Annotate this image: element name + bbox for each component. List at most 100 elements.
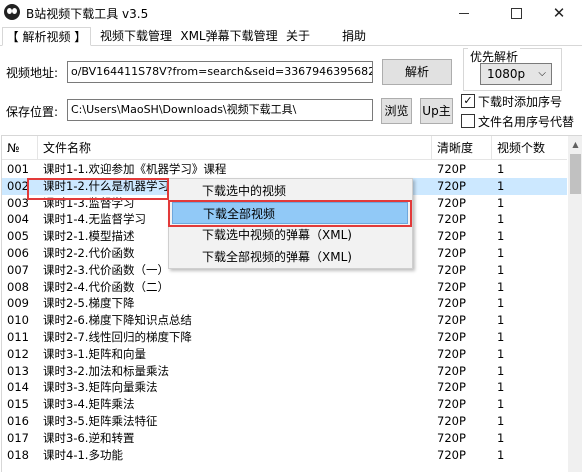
cell-number: 011 xyxy=(7,329,29,344)
parse-button[interactable]: 解析 xyxy=(382,59,452,85)
table-row[interactable]: 014 课时3-3.矩阵向量乘法 720P 1 xyxy=(2,379,567,396)
table-row[interactable]: 012 课时3-1.矩阵和向量 720P 1 xyxy=(2,346,567,363)
cell-resolution: 720P xyxy=(437,380,466,395)
cell-video-count: 1 xyxy=(497,380,505,395)
cell-video-count: 1 xyxy=(497,430,505,445)
cell-resolution: 720P xyxy=(437,245,466,260)
cell-resolution: 720P xyxy=(437,212,466,227)
save-location-label: 保存位置: xyxy=(6,105,59,119)
table-row[interactable]: 010 课时2-6.梯度下降知识点总结 720P 1 xyxy=(2,312,567,329)
cell-resolution: 720P xyxy=(437,229,466,244)
menu-download-all-danmaku-xml[interactable]: 下载全部视频的弹幕（XML) xyxy=(169,246,412,268)
header-number[interactable]: № xyxy=(2,136,38,160)
cell-number: 015 xyxy=(7,397,29,412)
menu-download-selected-video[interactable]: 下载选中的视频 xyxy=(169,180,412,202)
table-row[interactable]: 009 课时2-5.梯度下降 720P 1 xyxy=(2,295,567,312)
cell-video-count: 1 xyxy=(497,279,505,294)
cell-resolution: 720P xyxy=(437,346,466,361)
header-resolution[interactable]: 清晰度 xyxy=(432,136,492,160)
table-row[interactable]: 016 课时3-5.矩阵乘法特征 720P 1 xyxy=(2,413,567,430)
cell-video-count: 1 xyxy=(497,296,505,311)
cell-number: 013 xyxy=(7,363,29,378)
table-row[interactable]: 011 课时2-7.线性回归的梯度下降 720P 1 xyxy=(2,329,567,346)
table-row[interactable]: 001 课时1-1.欢迎参加《机器学习》课程 720P 1 xyxy=(2,161,567,178)
tab-bar: 【 解析视频 】 视频下载管理 XML弹幕下载管理 关于 捐助 xyxy=(0,26,582,46)
cell-video-count: 1 xyxy=(497,162,505,176)
cell-resolution: 720P xyxy=(437,397,466,412)
cell-number: 002 xyxy=(7,178,29,193)
cell-number: 001 xyxy=(7,162,29,176)
cell-resolution: 720P xyxy=(437,296,466,311)
window-title: B站视频下载工具 v3.5 xyxy=(26,7,149,21)
tab-about[interactable]: 关于 xyxy=(282,27,314,46)
cell-number: 014 xyxy=(7,380,29,395)
vertical-scrollbar[interactable]: ▲ xyxy=(568,136,582,472)
tab-parse-video[interactable]: 【 解析视频 】 xyxy=(2,27,91,46)
cell-file-name: 课时3-3.矩阵向量乘法 xyxy=(43,380,158,395)
cell-file-name: 课时4-1.多功能 xyxy=(43,447,123,462)
close-button[interactable]: ✕ xyxy=(536,0,582,26)
cell-video-count: 1 xyxy=(497,229,505,244)
cell-number: 018 xyxy=(7,447,29,462)
list-header: № 文件名称 清晰度 视频个数 xyxy=(2,136,567,160)
cell-file-name: 课时2-6.梯度下降知识点总结 xyxy=(43,313,192,328)
table-row[interactable]: 015 课时3-4.矩阵乘法 720P 1 xyxy=(2,396,567,413)
scroll-thumb[interactable] xyxy=(570,154,581,194)
cell-number: 005 xyxy=(7,229,29,244)
resolution-select[interactable]: 1080p ⌵ xyxy=(480,63,552,85)
cell-resolution: 720P xyxy=(437,313,466,328)
cell-video-count: 1 xyxy=(497,178,505,193)
tab-xml-danmaku-manager[interactable]: XML弹幕下载管理 xyxy=(180,27,278,46)
cell-resolution: 720P xyxy=(437,195,466,210)
cell-video-count: 1 xyxy=(497,329,505,344)
cell-file-name: 课时3-1.矩阵和向量 xyxy=(43,346,146,361)
context-menu: 下载选中的视频 下载全部视频 下载选中视频的弹幕（XML) 下载全部视频的弹幕（… xyxy=(168,178,413,269)
cell-number: 009 xyxy=(7,296,29,311)
cell-file-name: 课时3-2.加法和标量乘法 xyxy=(43,363,169,378)
add-index-checkbox[interactable]: ✓ xyxy=(461,94,475,108)
title-bar: B站视频下载工具 v3.5 ✕ xyxy=(0,0,582,26)
maximize-button[interactable] xyxy=(494,0,540,26)
scroll-up-arrow-icon[interactable]: ▲ xyxy=(568,136,582,153)
cell-video-count: 1 xyxy=(497,413,505,428)
cell-number: 007 xyxy=(7,262,29,277)
cell-number: 008 xyxy=(7,279,29,294)
table-row[interactable]: 008 课时2-4.代价函数（二） 720P 1 xyxy=(2,279,567,296)
cell-resolution: 720P xyxy=(437,162,466,176)
filename-index-label: 文件名用序号代替 xyxy=(478,115,575,129)
cell-number: 017 xyxy=(7,430,29,445)
cell-file-name: 课时2-4.代价函数（二） xyxy=(43,279,169,294)
cell-resolution: 720P xyxy=(437,363,466,378)
cell-number: 004 xyxy=(7,212,29,227)
cell-resolution: 720P xyxy=(437,178,466,193)
header-video-count[interactable]: 视频个数 xyxy=(492,136,567,160)
cell-number: 003 xyxy=(7,195,29,210)
header-file-name[interactable]: 文件名称 xyxy=(38,136,432,160)
cell-number: 012 xyxy=(7,346,29,361)
cell-file-name: 课时3-6.逆和转置 xyxy=(43,430,135,445)
cell-resolution: 720P xyxy=(437,447,466,462)
up-owner-button[interactable]: Up主 xyxy=(420,98,453,124)
minimize-button[interactable] xyxy=(442,0,488,26)
table-row[interactable]: 013 课时3-2.加法和标量乘法 720P 1 xyxy=(2,363,567,380)
tab-donate[interactable]: 捐助 xyxy=(336,27,372,46)
tab-download-manager[interactable]: 视频下载管理 xyxy=(94,27,178,46)
cell-number: 010 xyxy=(7,313,29,328)
cell-video-count: 1 xyxy=(497,447,505,462)
cell-resolution: 720P xyxy=(437,430,466,445)
cell-file-name: 课时3-4.矩阵乘法 xyxy=(43,397,135,412)
menu-download-selected-danmaku-xml[interactable]: 下载选中视频的弹幕（XML) xyxy=(169,224,412,246)
table-row[interactable]: 018 课时4-1.多功能 720P 1 xyxy=(2,447,567,464)
cell-number: 006 xyxy=(7,245,29,260)
cell-video-count: 1 xyxy=(497,262,505,277)
menu-download-all-videos[interactable]: 下载全部视频 xyxy=(172,202,408,224)
save-path-input[interactable]: C:\Users\MaoSH\Downloads\视频下载工具\ xyxy=(67,99,373,121)
cell-video-count: 1 xyxy=(497,245,505,260)
table-row[interactable]: 017 课时3-6.逆和转置 720P 1 xyxy=(2,430,567,447)
browse-button[interactable]: 浏览 xyxy=(381,98,412,124)
cell-resolution: 720P xyxy=(437,262,466,277)
url-input[interactable]: o/BV164411S78V?from=search&seid=33679463… xyxy=(67,61,373,83)
cell-video-count: 1 xyxy=(497,313,505,328)
filename-index-checkbox[interactable] xyxy=(461,114,475,128)
cell-video-count: 1 xyxy=(497,212,505,227)
